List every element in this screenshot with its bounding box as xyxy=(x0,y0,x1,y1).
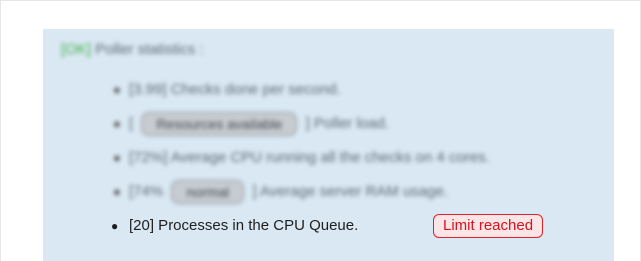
bullet-icon: ● xyxy=(113,116,121,131)
page: [OK] Poller statistics : ● [3.99] Checks… xyxy=(0,0,641,261)
bullet-icon: ● xyxy=(111,219,119,233)
resources-available-badge: Resources available xyxy=(141,112,298,137)
list-item-poller-load: ● [ Resources available ] Poller load. xyxy=(43,107,614,141)
list-item-checks-per-second: ● [3.99] Checks done per second. xyxy=(43,73,614,107)
checks-per-second-text: [3.99] Checks done per second. xyxy=(129,81,341,98)
poller-stats-list: ● [3.99] Checks done per second. ● [ Res… xyxy=(43,73,614,209)
bullet-icon: ● xyxy=(113,150,121,165)
poller-status-ok: [OK] xyxy=(61,41,92,58)
poller-title: Poller statistics : xyxy=(95,41,204,58)
list-item-average-ram: ● [74% normal ] Average server RAM usage… xyxy=(43,175,614,209)
average-ram-suffix: ] Average server RAM usage. xyxy=(252,183,448,200)
ram-normal-badge: normal xyxy=(171,180,245,205)
poller-load-prefix: [ xyxy=(129,115,134,132)
poller-statistics-heading: [OK] Poller statistics : xyxy=(61,41,204,58)
poller-stats-panel: [OK] Poller statistics : ● [3.99] Checks… xyxy=(43,29,614,261)
average-ram-prefix: [74% xyxy=(129,183,164,200)
list-item-average-cpu: ● [72%] Average CPU running all the chec… xyxy=(43,141,614,175)
list-item-cpu-queue: ● [20] Processes in the CPU Queue. Limit… xyxy=(43,209,614,243)
bullet-icon: ● xyxy=(113,184,121,199)
average-cpu-text: [72%] Average CPU running all the checks… xyxy=(129,149,490,166)
bullet-icon: ● xyxy=(113,82,121,97)
limit-reached-badge: Limit reached xyxy=(433,214,544,238)
poller-load-suffix: ] Poller load. xyxy=(305,115,389,132)
cpu-queue-text: [20] Processes in the CPU Queue. xyxy=(129,217,359,234)
